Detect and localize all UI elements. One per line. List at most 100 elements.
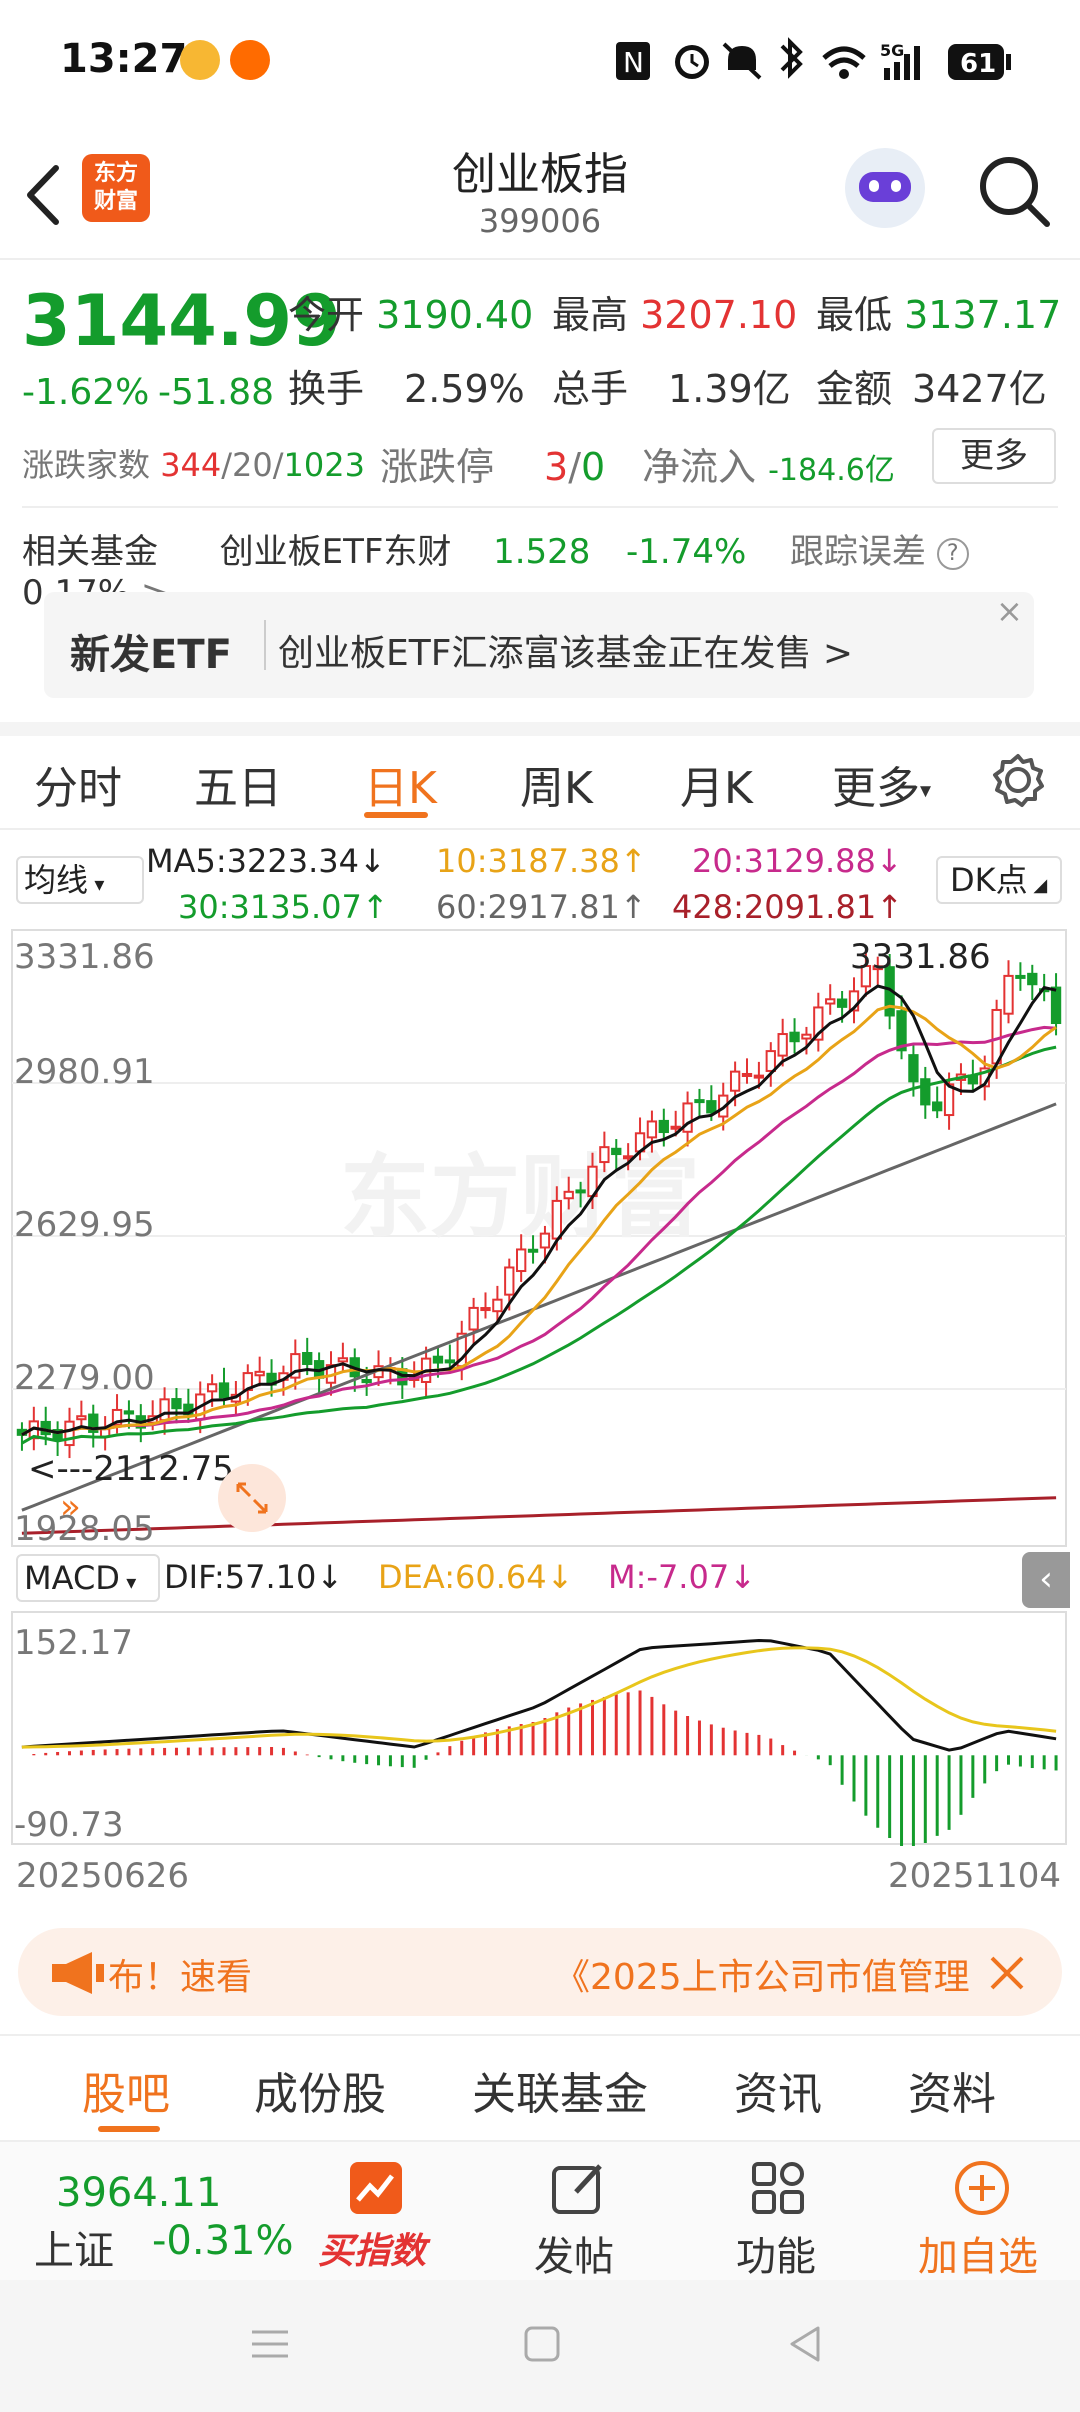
- close-icon[interactable]: [988, 1954, 1026, 1992]
- candle-body: [218, 1382, 230, 1399]
- back-nav-icon[interactable]: [786, 2324, 826, 2364]
- macd-selector[interactable]: MACD ▾: [16, 1554, 160, 1602]
- candle-body: [504, 1266, 515, 1296]
- svg-text:N: N: [623, 46, 644, 79]
- content-tab-indicator: [98, 2126, 160, 2132]
- candle-body: [551, 1199, 562, 1240]
- candle-body: [943, 1083, 955, 1117]
- candle-body: [337, 1357, 349, 1363]
- date-end: 20251104: [888, 1856, 1062, 1896]
- tab-more[interactable]: 更多▾: [832, 752, 931, 816]
- macd-axis-bottom: -90.73: [14, 1805, 124, 1845]
- ma-selector[interactable]: 均线 ▾: [16, 856, 144, 904]
- scroll-left-icon[interactable]: »: [60, 1487, 81, 1527]
- ma60-value: 60:2917.81↑: [436, 888, 647, 926]
- tab-timeshare[interactable]: 分时: [34, 752, 122, 816]
- candle-body: [599, 1146, 610, 1164]
- amount-stat: 金额 3427亿: [816, 367, 1047, 411]
- sh-index-change: -0.31%: [152, 2218, 294, 2264]
- candle-body: [1027, 972, 1038, 986]
- add-watchlist-icon[interactable]: [952, 2158, 1012, 2218]
- status-bar: 13:27 N 5G 61: [0, 0, 1080, 120]
- candle-body: [492, 1298, 503, 1313]
- buy-index-button[interactable]: 买指数: [318, 2222, 426, 2274]
- home-icon[interactable]: [522, 2324, 562, 2364]
- candle-body: [825, 998, 836, 1005]
- function-grid-icon[interactable]: [748, 2158, 808, 2218]
- date-start: 20250626: [16, 1856, 190, 1896]
- post-edit-icon[interactable]: [548, 2158, 608, 2218]
- tab-monthly-k[interactable]: 月K: [680, 752, 753, 816]
- k-line-chart[interactable]: 东方财富 3331.86 2980.91 2629.95 2279.00 192…: [0, 928, 1080, 1548]
- megaphone-icon: [52, 1952, 104, 1994]
- candle-body: [468, 1306, 479, 1331]
- settings-gear-icon[interactable]: [990, 752, 1046, 808]
- tab-daily-k[interactable]: 日K: [364, 752, 437, 816]
- ma10-value: 10:3187.38↑: [436, 842, 647, 880]
- candle-body: [444, 1359, 456, 1364]
- turnover-stat: 换手 2.59%: [288, 367, 525, 411]
- ma428-line: [21, 1496, 1057, 1535]
- candle-body: [729, 1070, 741, 1092]
- buy-index-icon[interactable]: [346, 2158, 406, 2218]
- tab-profile[interactable]: 资料: [908, 2058, 996, 2122]
- candle-body: [694, 1099, 705, 1104]
- candle-body: [575, 1189, 586, 1194]
- tab-five-day[interactable]: 五日: [194, 752, 282, 816]
- app-header: 东方 财富 创业板指 399006: [0, 120, 1080, 260]
- ma428-value: 428:2091.81↑: [672, 888, 903, 926]
- macd-chart[interactable]: 152.17 -90.73: [0, 1610, 1080, 1846]
- candle-body: [206, 1383, 218, 1393]
- change-pct: -1.62%: [22, 372, 150, 413]
- status-time: 13:27: [60, 36, 188, 82]
- macd-axis-top: 152.17: [14, 1623, 133, 1663]
- collapse-panel-icon[interactable]: ‹: [1022, 1552, 1070, 1608]
- more-button[interactable]: 更多: [932, 428, 1056, 484]
- candle-body: [254, 1370, 265, 1377]
- tab-weekly-k[interactable]: 周K: [520, 752, 593, 816]
- low-stat: 最低 3137.17: [816, 293, 1062, 337]
- robot-assistant-icon[interactable]: [845, 148, 925, 228]
- candle-body: [123, 1410, 135, 1415]
- post-button[interactable]: 发帖: [534, 2224, 614, 2282]
- candle-body: [670, 1125, 681, 1130]
- candle-body: [908, 1054, 919, 1083]
- tab-news[interactable]: 资讯: [734, 2058, 822, 2122]
- tab-constituents[interactable]: 成份股: [254, 2058, 386, 2122]
- max-price-label: 3331.86: [850, 937, 991, 977]
- candle-body: [801, 1033, 812, 1040]
- candle-body: [1050, 986, 1062, 1025]
- candle-body: [563, 1190, 574, 1200]
- weibo-icon: [230, 40, 270, 80]
- sh-index-value[interactable]: 3964.11: [56, 2170, 221, 2216]
- search-icon[interactable]: [975, 152, 1055, 232]
- dea-line: [21, 1646, 1057, 1749]
- expand-chart-icon[interactable]: [218, 1464, 286, 1532]
- close-icon[interactable]: ×: [996, 592, 1023, 630]
- chart-period-tabs: 分时 五日 日K 周K 月K 更多▾: [0, 752, 1080, 822]
- breadth-stat: 涨跌家数 344/20/1023: [22, 446, 365, 484]
- app-notification-icon: [180, 40, 220, 80]
- etf-tag: 新发ETF: [70, 632, 232, 678]
- help-icon[interactable]: ?: [936, 537, 969, 570]
- bottom-toolbar: 3964.11 上证 -0.31% 买指数 发帖 功能 加自选: [0, 2142, 1080, 2280]
- high-stat: 最高 3207.10: [552, 293, 798, 337]
- min-price-label: <---2112.75: [28, 1449, 234, 1489]
- tab-guba[interactable]: 股吧: [82, 2058, 170, 2122]
- dk-point-button[interactable]: DK点 ◢: [936, 856, 1062, 904]
- ma5-value: MA5:3223.34↓: [146, 842, 386, 880]
- tab-related-funds[interactable]: 关联基金: [472, 2058, 648, 2122]
- candle-body: [527, 1248, 539, 1253]
- candle-body: [159, 1398, 170, 1422]
- menu-icon[interactable]: [250, 2324, 290, 2364]
- axis-label-2: 2980.91: [14, 1052, 155, 1092]
- function-button[interactable]: 功能: [736, 2224, 816, 2282]
- notice-text-left: 布！速看: [108, 1957, 253, 1998]
- candle-body: [765, 1050, 776, 1072]
- etf-banner[interactable]: 新发ETF 创业板ETF汇添富该基金正在发售 > ×: [44, 592, 1034, 698]
- axis-label-3: 2629.95: [14, 1205, 155, 1245]
- add-watchlist-button[interactable]: 加自选: [918, 2224, 1038, 2282]
- candle-body: [432, 1355, 444, 1364]
- limit-stat: 涨跌停 3/0: [380, 445, 606, 489]
- notice-bar[interactable]: 布！速看 《2025上市公司市值管理: [18, 1928, 1062, 2016]
